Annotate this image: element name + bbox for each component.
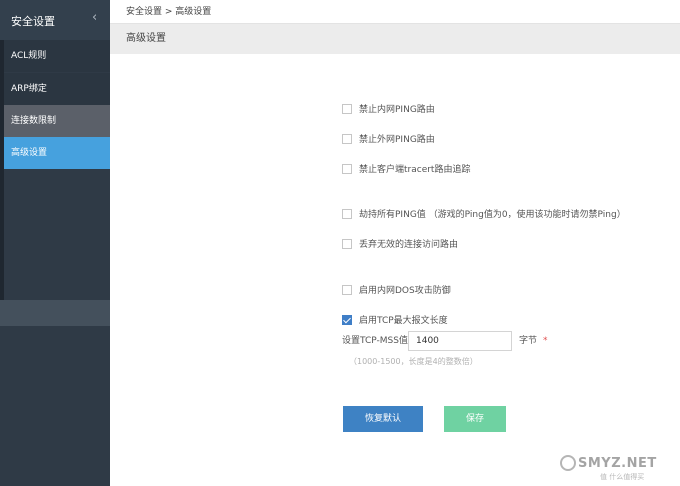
checkbox[interactable] xyxy=(342,208,352,219)
checkbox[interactable] xyxy=(342,103,352,114)
option-label: 启用内网DOS攻击防御 xyxy=(359,286,451,296)
required-mark: * xyxy=(543,336,548,346)
tcp-mss-hint: （1000-1500，长度是4的整数倍） xyxy=(349,357,478,366)
checkbox[interactable] xyxy=(342,284,352,295)
watermark-subtitle: 值 什么值得买 xyxy=(600,473,645,481)
checkbox-checked[interactable] xyxy=(342,314,352,325)
tcp-mss-unit: 字节 xyxy=(519,336,538,346)
option-enable-tcp-mss[interactable]: 启用TCP最大报文长度 xyxy=(342,314,448,328)
sidebar: 安全设置 ‹ ACL规则 ARP绑定 连接数限制 高级设置 xyxy=(0,0,110,486)
option-disable-lan-ping[interactable]: 禁止内网PING路由 xyxy=(342,103,435,117)
option-label: 丢弃无效的连接访问路由 xyxy=(359,240,459,250)
option-hijack-ping[interactable]: 劫持所有PING值 （游戏的Ping值为0，使用该功能时请勿禁Ping） xyxy=(342,208,626,222)
sidebar-item-advanced-settings[interactable]: 高级设置 xyxy=(4,137,110,169)
sidebar-item-connection-limit[interactable]: 连接数限制 xyxy=(4,105,110,137)
sidebar-divider xyxy=(0,300,110,326)
option-label: 劫持所有PING值 xyxy=(359,210,426,220)
option-label: 禁止外网PING路由 xyxy=(359,135,435,145)
tcp-mss-input[interactable] xyxy=(408,331,512,351)
page-title: 高级设置 xyxy=(110,24,680,54)
checkbox[interactable] xyxy=(342,133,352,144)
option-note: （游戏的Ping值为0，使用该功能时请勿禁Ping） xyxy=(428,210,626,220)
checkbox[interactable] xyxy=(342,238,352,249)
option-disable-wan-ping[interactable]: 禁止外网PING路由 xyxy=(342,133,435,147)
watermark: SMYZ.NET xyxy=(578,456,657,471)
save-button[interactable]: 保存 xyxy=(444,406,506,432)
checkbox[interactable] xyxy=(342,163,352,174)
option-dos-defense[interactable]: 启用内网DOS攻击防御 xyxy=(342,284,451,298)
sidebar-item-acl-rules[interactable]: ACL规则 xyxy=(4,40,110,72)
tcp-mss-label: 设置TCP-MSS值: xyxy=(342,336,411,346)
option-label: 禁止内网PING路由 xyxy=(359,105,435,115)
sidebar-item-arp-binding[interactable]: ARP绑定 xyxy=(4,73,110,105)
sidebar-header[interactable]: 安全设置 ‹ xyxy=(0,0,110,40)
sidebar-title: 安全设置 xyxy=(11,15,55,28)
option-drop-invalid-connections[interactable]: 丢弃无效的连接访问路由 xyxy=(342,238,458,252)
watermark-logo-icon xyxy=(560,455,576,471)
option-label: 启用TCP最大报文长度 xyxy=(359,316,448,326)
option-disable-tracert[interactable]: 禁止客户端tracert路由追踪 xyxy=(342,163,470,177)
option-label: 禁止客户端tracert路由追踪 xyxy=(359,165,471,175)
restore-defaults-button[interactable]: 恢复默认 xyxy=(343,406,423,432)
chevron-left-icon[interactable]: ‹ xyxy=(92,11,97,24)
breadcrumb: 安全设置 > 高级设置 xyxy=(110,0,680,24)
